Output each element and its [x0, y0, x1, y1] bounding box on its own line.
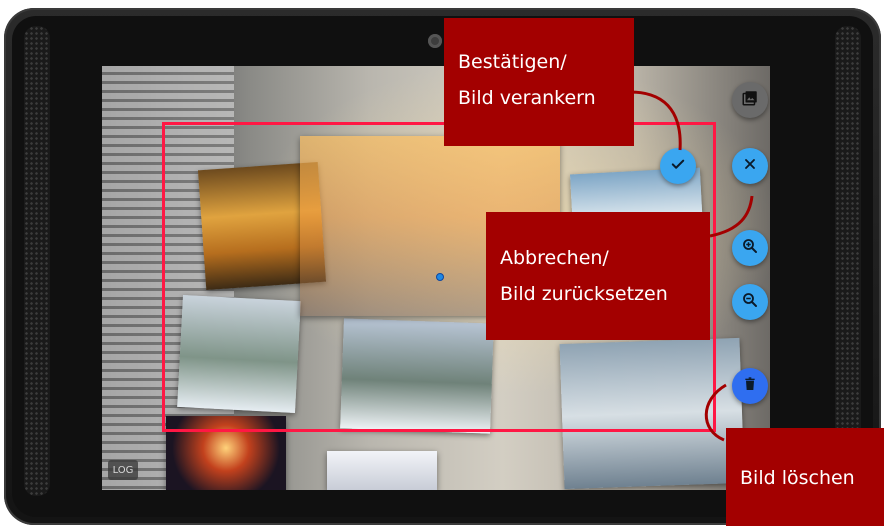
callout-cancel-line1: Abbrechen/ — [500, 247, 609, 269]
callout-cancel-line2: Bild zurücksetzen — [500, 283, 668, 305]
callout-delete-line1: Bild löschen — [740, 467, 855, 489]
callout-confirm-line2: Bild verankern — [458, 87, 596, 109]
callout-confirm: Bestätigen/ Bild verankern — [444, 18, 634, 146]
callout-cancel: Abbrechen/ Bild zurücksetzen — [486, 212, 710, 340]
callout-confirm-line1: Bestätigen/ — [458, 51, 567, 73]
callout-delete: Bild löschen — [726, 428, 884, 526]
